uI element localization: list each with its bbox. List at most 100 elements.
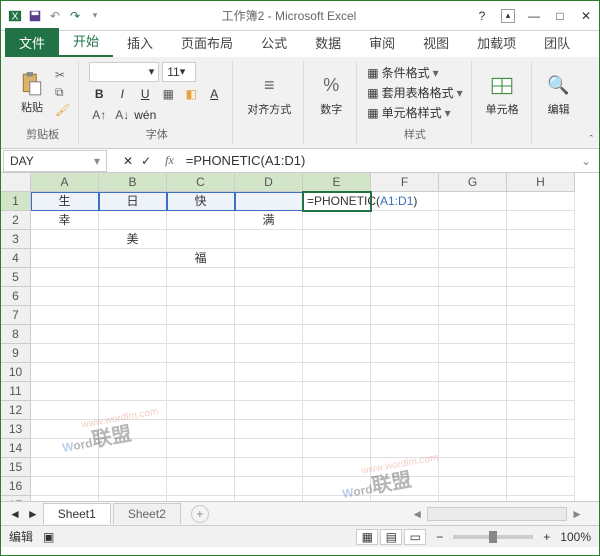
cell[interactable] (167, 363, 235, 382)
cell[interactable]: 福 (167, 249, 235, 268)
cell[interactable] (303, 268, 371, 287)
bold-button[interactable]: B (89, 85, 109, 103)
cell[interactable] (507, 249, 575, 268)
column-header[interactable]: F (371, 173, 439, 192)
cell[interactable] (99, 287, 167, 306)
font-color-button[interactable]: A (204, 85, 224, 103)
close-icon[interactable]: ✕ (579, 9, 593, 23)
row-header[interactable]: 2 (1, 211, 31, 230)
cell[interactable] (303, 287, 371, 306)
cell[interactable] (439, 211, 507, 230)
cell[interactable] (99, 496, 167, 501)
cell[interactable] (235, 306, 303, 325)
cell[interactable] (167, 306, 235, 325)
cell[interactable] (235, 420, 303, 439)
cell[interactable] (31, 363, 99, 382)
cell[interactable] (507, 211, 575, 230)
decrease-font-icon[interactable]: A↓ (112, 106, 132, 124)
add-sheet-button[interactable]: + (191, 505, 209, 523)
cell[interactable] (371, 230, 439, 249)
ribbon-options-icon[interactable]: ▴ (501, 9, 515, 23)
phonetic-guide-icon[interactable]: wén (135, 106, 155, 124)
tab-formulas[interactable]: 公式 (247, 28, 301, 57)
cell[interactable] (31, 230, 99, 249)
cell[interactable] (235, 249, 303, 268)
cell[interactable] (439, 458, 507, 477)
cell[interactable] (235, 325, 303, 344)
cell[interactable] (167, 211, 235, 230)
row-header[interactable]: 6 (1, 287, 31, 306)
cell[interactable] (439, 363, 507, 382)
cancel-formula-icon[interactable]: ✕ (123, 154, 133, 168)
undo-icon[interactable]: ↶ (47, 8, 63, 24)
column-header[interactable]: H (507, 173, 575, 192)
cell[interactable] (507, 306, 575, 325)
row-header[interactable]: 8 (1, 325, 31, 344)
tab-addins[interactable]: 加载项 (463, 28, 530, 57)
copy-icon[interactable]: ⧉ (55, 85, 70, 100)
tab-view[interactable]: 视图 (409, 28, 463, 57)
row-header[interactable]: 11 (1, 382, 31, 401)
cell[interactable] (167, 477, 235, 496)
cell[interactable] (507, 344, 575, 363)
minimize-icon[interactable]: ― (527, 9, 541, 23)
cell[interactable] (507, 477, 575, 496)
cell-styles-button[interactable]: ▦单元格样式 ▾ (367, 104, 462, 121)
format-painter-icon[interactable]: 🖌 (55, 103, 70, 117)
cell[interactable] (99, 325, 167, 344)
save-icon[interactable] (27, 8, 43, 24)
cell[interactable] (303, 401, 371, 420)
cell[interactable] (99, 249, 167, 268)
cell[interactable] (507, 230, 575, 249)
cell[interactable] (439, 382, 507, 401)
cell[interactable] (99, 344, 167, 363)
cell[interactable] (167, 287, 235, 306)
cell[interactable] (235, 230, 303, 249)
qat-dropdown-icon[interactable]: ▾ (87, 8, 103, 24)
zoom-in-button[interactable]: + (543, 530, 550, 544)
cell[interactable] (235, 458, 303, 477)
cell[interactable] (99, 211, 167, 230)
cell[interactable] (371, 420, 439, 439)
cell[interactable] (371, 249, 439, 268)
cell[interactable] (303, 249, 371, 268)
tab-file[interactable]: 文件 (5, 28, 59, 57)
italic-button[interactable]: I (112, 85, 132, 103)
cell[interactable] (439, 344, 507, 363)
cell[interactable] (439, 249, 507, 268)
cell[interactable] (303, 211, 371, 230)
cell[interactable]: 生 (31, 192, 99, 211)
cell[interactable] (507, 192, 575, 211)
cell[interactable] (99, 477, 167, 496)
cell[interactable] (99, 268, 167, 287)
cell[interactable] (303, 382, 371, 401)
select-all-corner[interactable] (1, 173, 31, 192)
cell[interactable] (439, 496, 507, 501)
maximize-icon[interactable]: □ (553, 9, 567, 23)
sheet-tab-1[interactable]: Sheet1 (43, 503, 111, 524)
cell[interactable] (235, 401, 303, 420)
macro-record-icon[interactable]: ▣ (43, 530, 54, 544)
row-header[interactable]: 9 (1, 344, 31, 363)
cell[interactable] (303, 363, 371, 382)
cell[interactable] (167, 230, 235, 249)
cell[interactable] (371, 344, 439, 363)
row-header[interactable]: 10 (1, 363, 31, 382)
sheet-prev-icon[interactable]: ◄ (7, 507, 23, 521)
cell[interactable] (31, 249, 99, 268)
border-button[interactable]: ▦ (158, 85, 178, 103)
cell[interactable] (235, 287, 303, 306)
tab-layout[interactable]: 页面布局 (167, 28, 247, 57)
cell[interactable] (167, 325, 235, 344)
fx-icon[interactable]: fx (159, 153, 180, 168)
row-header[interactable]: 1 (1, 192, 31, 211)
name-box[interactable]: DAY▾ (3, 150, 107, 172)
cell[interactable] (167, 268, 235, 287)
cell[interactable] (371, 363, 439, 382)
cell[interactable] (507, 496, 575, 501)
cell[interactable] (31, 439, 99, 458)
cell[interactable] (303, 477, 371, 496)
cell[interactable] (371, 382, 439, 401)
alignment-button[interactable]: ≡ 对齐方式 (243, 71, 295, 119)
page-break-view-button[interactable]: ▭ (404, 529, 426, 545)
